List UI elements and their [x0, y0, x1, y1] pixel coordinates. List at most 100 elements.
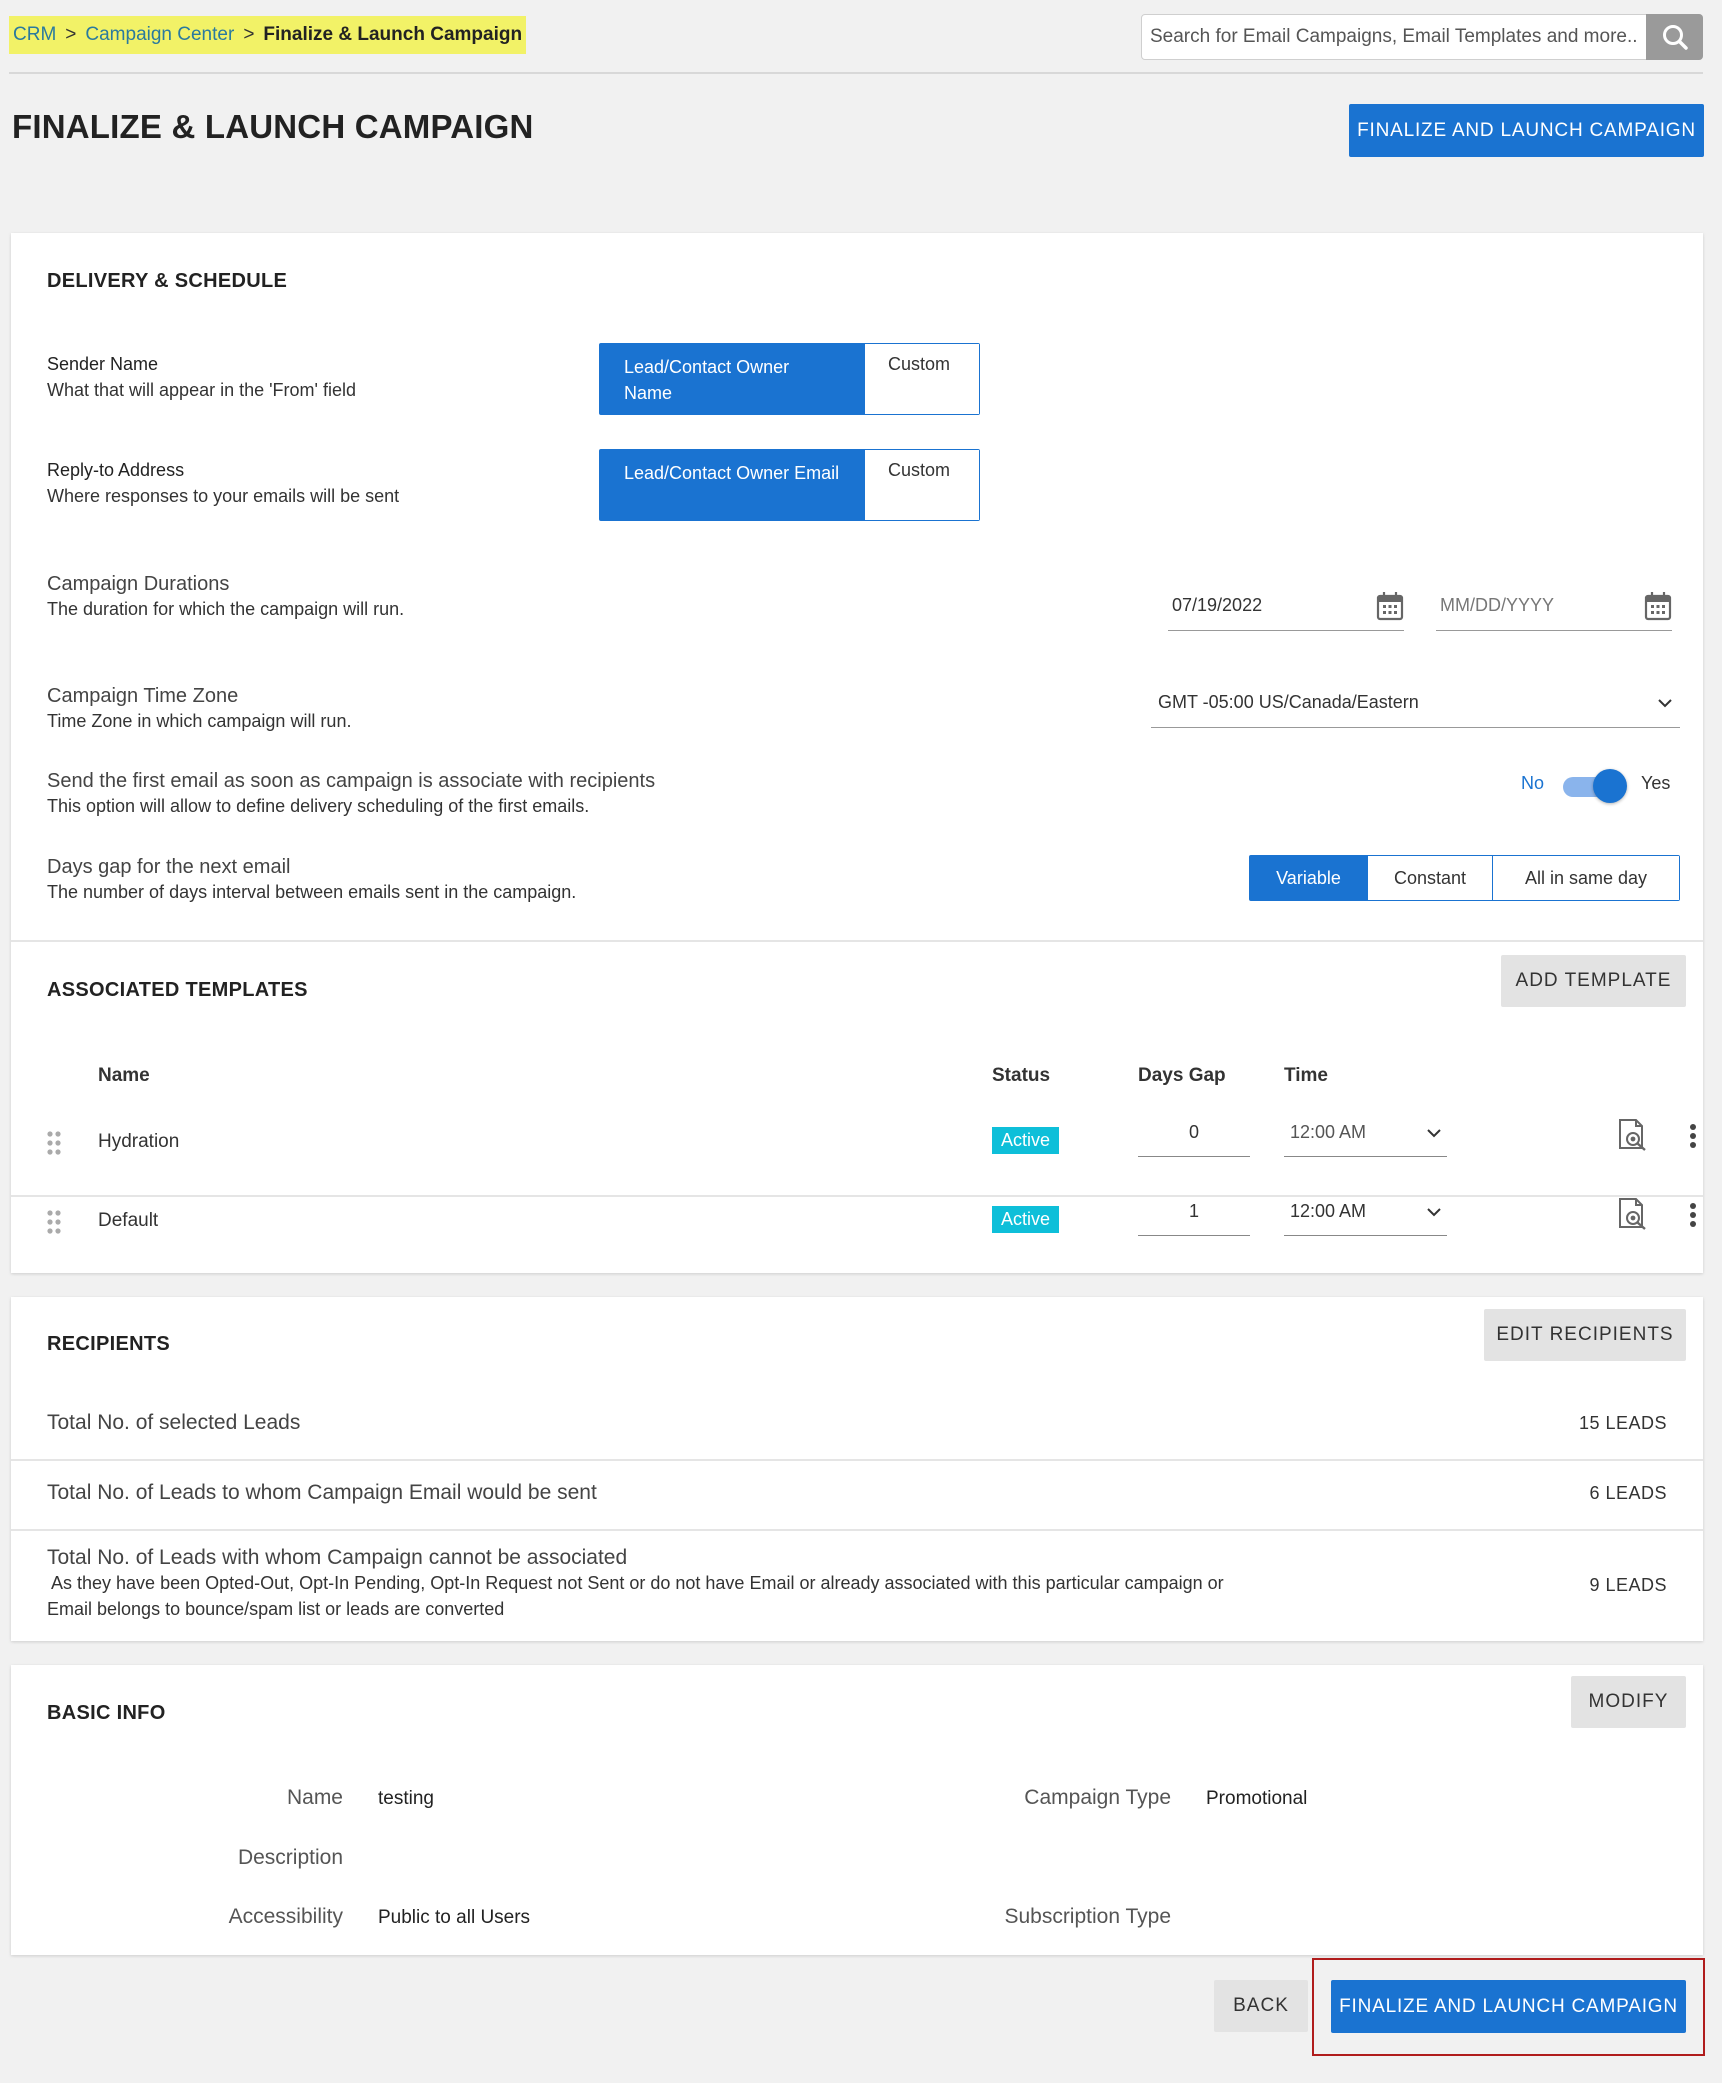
recipients-section-title: RECIPIENTS: [47, 1333, 171, 1355]
reply-to-custom-option[interactable]: Custom: [865, 450, 979, 520]
preview-icon[interactable]: [1616, 1118, 1648, 1152]
sender-name-desc: What that will appear in the 'From' fiel…: [47, 380, 357, 400]
modify-button[interactable]: MODIFY: [1571, 1676, 1686, 1728]
back-button[interactable]: BACK: [1214, 1980, 1308, 2032]
breadcrumb-crm[interactable]: CRM: [13, 24, 56, 46]
more-options-icon[interactable]: [1689, 1202, 1697, 1228]
edit-recipients-button[interactable]: EDIT RECIPIENTS: [1484, 1309, 1686, 1361]
header-divider: [9, 72, 1703, 74]
recipients-excluded-label: Total No. of Leads with whom Campaign ca…: [47, 1546, 628, 1569]
column-header-status: Status: [992, 1065, 1051, 1086]
breadcrumb: CRM > Campaign Center > Finalize & Launc…: [9, 16, 527, 54]
accessibility-value: Public to all Users: [378, 1907, 531, 1928]
search-button[interactable]: [1646, 14, 1703, 60]
duration-label: Campaign Durations: [47, 573, 230, 595]
toggle-yes-label: Yes: [1641, 773, 1671, 793]
row-divider: [11, 1459, 1703, 1461]
start-date-field[interactable]: 07/19/2022: [1168, 581, 1404, 631]
first-email-desc: This option will allow to define deliver…: [47, 796, 590, 816]
description-label: Description: [237, 1846, 343, 1869]
timezone-select[interactable]: GMT -05:00 US/Canada/Eastern: [1151, 678, 1680, 728]
page-title: FINALIZE & LAUNCH CAMPAIGN: [12, 108, 534, 145]
sender-name-custom-option[interactable]: Custom: [865, 344, 979, 414]
column-header-name: Name: [98, 1065, 150, 1086]
add-template-button[interactable]: ADD TEMPLATE: [1501, 955, 1686, 1007]
column-header-time: Time: [1284, 1065, 1329, 1086]
column-header-days-gap: Days Gap: [1138, 1065, 1226, 1086]
days-gap-input[interactable]: 0: [1138, 1109, 1250, 1157]
recipients-selected-label: Total No. of selected Leads: [47, 1411, 301, 1434]
calendar-icon[interactable]: [1376, 591, 1404, 621]
drag-handle-icon[interactable]: [46, 1130, 62, 1156]
time-value: 12:00 AM: [1290, 1201, 1367, 1221]
finalize-launch-button-top[interactable]: FINALIZE AND LAUNCH CAMPAIGN: [1349, 104, 1704, 157]
finalize-launch-button-bottom[interactable]: FINALIZE AND LAUNCH CAMPAIGN: [1331, 1980, 1686, 2033]
chevron-down-icon: [1427, 1207, 1441, 1216]
name-value: testing: [378, 1788, 434, 1809]
status-badge: Active: [992, 1206, 1060, 1233]
end-date-field[interactable]: MM/DD/YYYY: [1436, 581, 1672, 631]
start-date-value: 07/19/2022: [1172, 595, 1263, 615]
days-gap-toggle: Variable Constant All in same day: [1249, 855, 1680, 901]
breadcrumb-separator: >: [243, 24, 255, 45]
sender-name-label: Sender Name: [47, 354, 159, 374]
recipients-excluded-value: 9 LEADS: [1589, 1575, 1667, 1595]
recipients-sent-label: Total No. of Leads to whom Campaign Emai…: [47, 1481, 597, 1504]
basic-info-section-title: BASIC INFO: [47, 1702, 166, 1724]
time-select[interactable]: 12:00 AM: [1284, 1109, 1447, 1157]
days-gap-constant[interactable]: Constant: [1367, 856, 1492, 900]
template-name: Hydration: [98, 1131, 180, 1152]
recipients-sent-value: 6 LEADS: [1589, 1483, 1667, 1503]
timezone-desc: Time Zone in which campaign will run.: [47, 711, 352, 731]
accessibility-label: Accessibility: [228, 1905, 343, 1928]
time-select[interactable]: 12:00 AM: [1284, 1188, 1447, 1236]
table-row: Default Active 1 12:00 AM: [11, 1181, 1703, 1259]
table-row: Hydration Active 0 12:00 AM: [11, 1103, 1703, 1181]
time-value: 12:00 AM: [1290, 1122, 1367, 1142]
campaign-type-label: Campaign Type: [1024, 1786, 1171, 1809]
delivery-card: DELIVERY & SCHEDULE Sender Name What tha…: [11, 233, 1703, 1273]
basic-info-card: BASIC INFO MODIFY Name testing Descripti…: [11, 1665, 1703, 1955]
chevron-down-icon: [1427, 1128, 1441, 1137]
name-label: Name: [286, 1786, 343, 1809]
search-input[interactable]: [1142, 15, 1646, 59]
days-gap-same-day[interactable]: All in same day: [1492, 856, 1679, 900]
duration-desc: The duration for which the campaign will…: [47, 599, 405, 619]
status-badge: Active: [992, 1127, 1060, 1154]
search-bar: [1141, 14, 1703, 60]
delivery-section-title: DELIVERY & SCHEDULE: [47, 270, 288, 292]
reply-to-toggle: Lead/Contact Owner Email Custom: [599, 449, 980, 521]
recipients-excluded-desc: As they have been Opted-Out, Opt-In Pend…: [47, 1573, 1224, 1593]
subscription-type-label: Subscription Type: [1004, 1905, 1171, 1928]
breadcrumb-campaign-center[interactable]: Campaign Center: [85, 24, 234, 46]
days-gap-variable[interactable]: Variable: [1250, 856, 1367, 900]
search-icon: [1662, 25, 1688, 50]
reply-to-desc: Where responses to your emails will be s…: [47, 486, 400, 506]
days-gap-desc: The number of days interval between emai…: [47, 882, 577, 902]
recipients-selected-value: 15 LEADS: [1578, 1413, 1667, 1433]
first-email-toggle[interactable]: [1563, 769, 1627, 803]
reply-to-owner-option[interactable]: Lead/Contact Owner Email: [600, 450, 865, 520]
first-email-label: Send the first email as soon as campaign…: [47, 770, 656, 792]
sender-name-toggle: Lead/Contact Owner Name Custom: [599, 343, 980, 415]
section-divider: [11, 940, 1703, 942]
template-name: Default: [98, 1210, 159, 1231]
timezone-label: Campaign Time Zone: [47, 685, 239, 707]
timezone-value: GMT -05:00 US/Canada/Eastern: [1158, 692, 1419, 712]
campaign-type-value: Promotional: [1206, 1788, 1308, 1809]
more-options-icon[interactable]: [1689, 1123, 1697, 1149]
breadcrumb-current: Finalize & Launch Campaign: [263, 24, 523, 45]
reply-to-label: Reply-to Address: [47, 460, 185, 480]
preview-icon[interactable]: [1616, 1197, 1648, 1231]
days-gap-label: Days gap for the next email: [47, 856, 291, 878]
chevron-down-icon: [1658, 698, 1672, 707]
toggle-no-label: No: [1521, 773, 1545, 793]
calendar-icon[interactable]: [1644, 591, 1672, 621]
days-gap-input[interactable]: 1: [1138, 1188, 1250, 1236]
row-divider: [11, 1529, 1703, 1531]
templates-section-title: ASSOCIATED TEMPLATES: [47, 979, 308, 1001]
drag-handle-icon[interactable]: [46, 1209, 62, 1235]
recipients-excluded-desc-2: Email belongs to bounce/spam list or lea…: [47, 1599, 505, 1619]
breadcrumb-separator: >: [65, 24, 77, 45]
sender-name-owner-option[interactable]: Lead/Contact Owner Name: [600, 344, 865, 414]
